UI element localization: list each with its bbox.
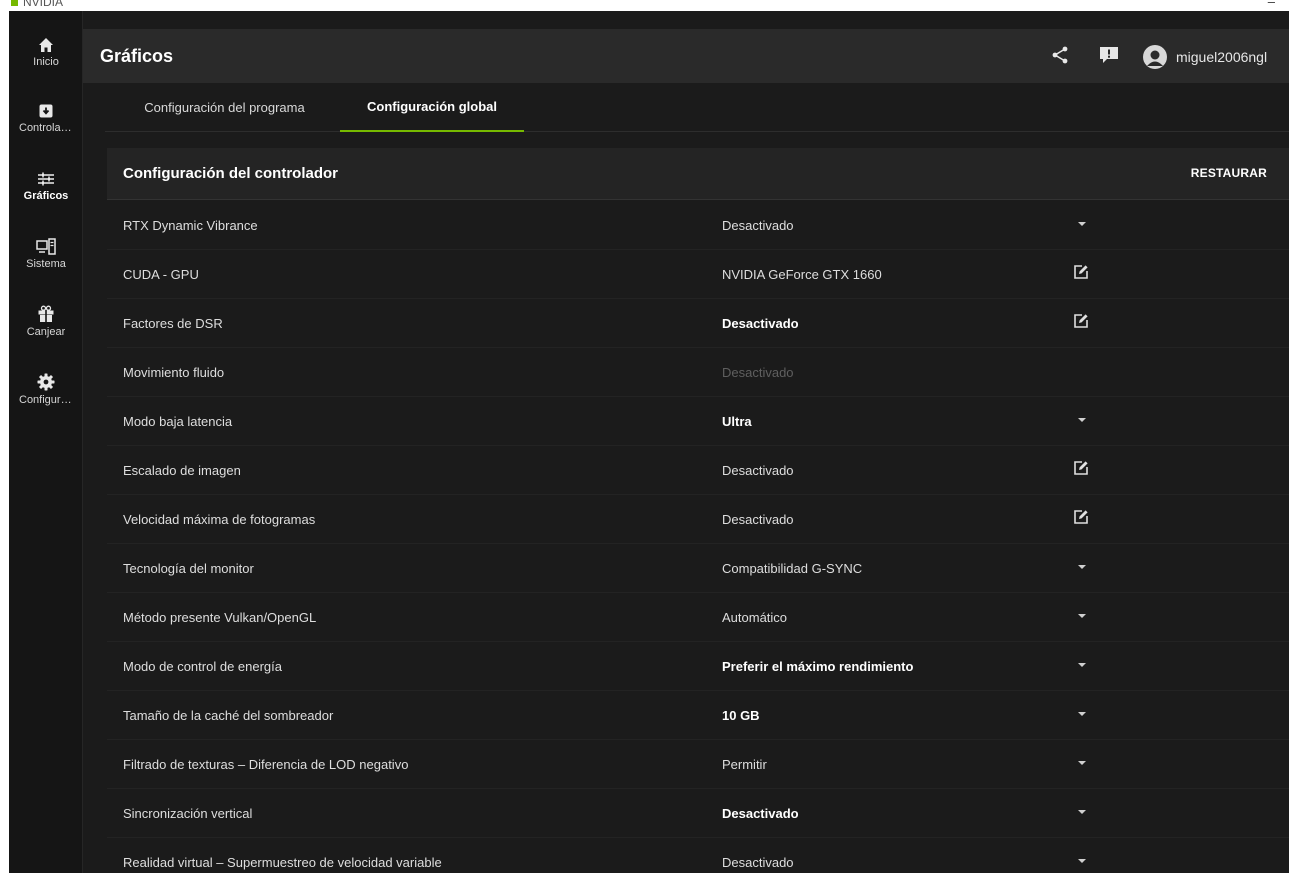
sidebar-item-label: Configuración [19,394,73,406]
edit-icon[interactable] [1073,509,1089,530]
section-header: Configuración del controlador RESTAURAR [107,148,1289,200]
title-bar: NVIDIA – [9,0,1289,11]
sidebar: Inicio Controladores Gráficos [9,11,83,873]
chevron-down-icon[interactable] [1073,853,1086,863]
sidebar-item-sistema[interactable]: Sistema [9,238,83,298]
feedback-icon[interactable] [1099,46,1119,69]
chevron-down-icon[interactable] [1073,216,1086,226]
sidebar-item-label: Sistema [26,258,66,270]
edit-icon[interactable] [1073,460,1089,481]
edit-icon[interactable] [1073,313,1089,334]
tab-bar: Configuración del programa Configuración… [105,83,1289,132]
app-brand: NVIDIA [11,0,63,9]
setting-label: Filtrado de texturas – Diferencia de LOD… [123,757,409,772]
sidebar-item-canjear[interactable]: Canjear [9,305,83,365]
setting-label: Modo de control de energía [123,659,282,674]
setting-row[interactable]: Método presente Vulkan/OpenGL Automático [107,593,1289,642]
setting-value[interactable]: Permitir [722,757,767,772]
setting-value[interactable]: Desactivado [722,855,794,870]
setting-label: Modo baja latencia [123,414,233,429]
sidebar-item-label: Canjear [26,326,66,338]
setting-row[interactable]: Modo baja latencia Ultra [107,397,1289,446]
sidebar-item-label: Controladores [19,122,73,134]
sidebar-item-graficos[interactable]: Gráficos [9,171,83,231]
setting-label: Movimiento fluido [123,365,225,380]
setting-value[interactable]: Desactivado [722,806,799,821]
chevron-down-icon[interactable] [1073,804,1086,814]
sidebar-item-inicio[interactable]: Inicio [9,37,83,97]
setting-row[interactable]: Velocidad máxima de fotogramas Desactivad… [107,495,1289,544]
user-menu[interactable]: miguel2006ngl [1143,45,1267,69]
sidebar-item-label: Inicio [33,56,59,68]
chevron-down-icon[interactable] [1073,657,1086,667]
driver-download-icon [39,104,53,118]
gift-icon [38,305,54,322]
chevron-down-icon[interactable] [1073,755,1086,765]
setting-value: Desactivado [722,365,794,380]
system-monitor-icon [36,238,56,255]
edit-icon[interactable] [1073,264,1089,285]
setting-label: CUDA - GPU [123,267,199,282]
setting-value[interactable]: Desactivado [722,512,794,527]
settings-list: RTX Dynamic Vibrance Desactivado CUDA - GP… [107,201,1289,873]
setting-value[interactable]: Compatibilidad G-SYNC [722,561,862,576]
setting-value[interactable]: NVIDIA GeForce GTX 1660 [722,267,882,282]
setting-row[interactable]: Filtrado de texturas – Diferencia de LOD… [107,740,1289,789]
setting-label: Realidad virtual – Supermuestreo de velo… [123,855,442,870]
setting-row[interactable]: CUDA - GPU NVIDIA GeForce GTX 1660 [107,250,1289,299]
graphics-sliders-icon [38,172,54,186]
setting-row[interactable]: Escalado de imagen Desactivado [107,446,1289,495]
restore-button[interactable]: RESTAURAR [1191,166,1267,180]
minimize-button[interactable]: – [1268,0,1275,9]
setting-label: Tamaño de la caché del sombreador [123,708,334,723]
setting-label: Método presente Vulkan/OpenGL [123,610,317,625]
setting-value[interactable]: Preferir el máximo rendimiento [722,659,913,674]
home-icon [39,38,53,52]
setting-label: Escalado de imagen [123,463,241,478]
chevron-down-icon[interactable] [1073,608,1086,618]
setting-label: Factores de DSR [123,316,223,331]
setting-value[interactable]: Desactivado [722,463,794,478]
page-title: Gráficos [100,46,174,66]
app-name: NVIDIA [23,0,64,9]
setting-row[interactable]: Movimiento fluido Desactivado [107,348,1289,397]
setting-row[interactable]: Sincronización vertical Desactivado [107,789,1289,838]
setting-label: Sincronización vertical [123,806,253,821]
page-header: Gráficos miguel2006ngl [83,29,1289,83]
setting-value[interactable]: Automático [722,610,787,625]
setting-row[interactable]: RTX Dynamic Vibrance Desactivado [107,201,1289,250]
gear-icon [37,373,55,391]
sidebar-item-label: Gráficos [23,190,69,202]
setting-row[interactable]: Factores de DSR Desactivado [107,299,1289,348]
chevron-down-icon[interactable] [1073,706,1086,716]
chevron-down-icon[interactable] [1073,559,1086,569]
tab-configuracion-programa[interactable]: Configuración del programa [105,83,344,132]
chevron-down-icon[interactable] [1073,412,1086,422]
setting-value[interactable]: Desactivado [722,316,799,331]
setting-row[interactable]: Realidad virtual – Supermuestreo de velo… [107,838,1289,873]
app-window: NVIDIA – Inicio Controladores Gr [9,0,1289,873]
setting-row[interactable]: Modo de control de energía Preferir el má… [107,642,1289,691]
sidebar-item-configuracion[interactable]: Configuración [9,373,83,433]
username: miguel2006ngl [1176,49,1268,65]
section-title: Configuración del controlador [123,165,339,182]
share-icon[interactable] [1051,46,1069,69]
setting-value[interactable]: 10 GB [722,708,760,723]
avatar-icon [1143,45,1167,69]
sidebar-item-controladores[interactable]: Controladores [9,103,83,163]
setting-label: Velocidad máxima de fotogramas [123,512,316,527]
tab-configuracion-global[interactable]: Configuración global [340,83,524,132]
setting-label: RTX Dynamic Vibrance [123,218,258,233]
setting-row[interactable]: Tecnología del monitor Compatibilidad G-S… [107,544,1289,593]
setting-label: Tecnología del monitor [123,561,254,576]
setting-value[interactable]: Ultra [722,414,752,429]
nvidia-logo-icon [11,0,18,6]
setting-value[interactable]: Desactivado [722,218,794,233]
setting-row[interactable]: Tamaño de la caché del sombreador 10 GB [107,691,1289,740]
